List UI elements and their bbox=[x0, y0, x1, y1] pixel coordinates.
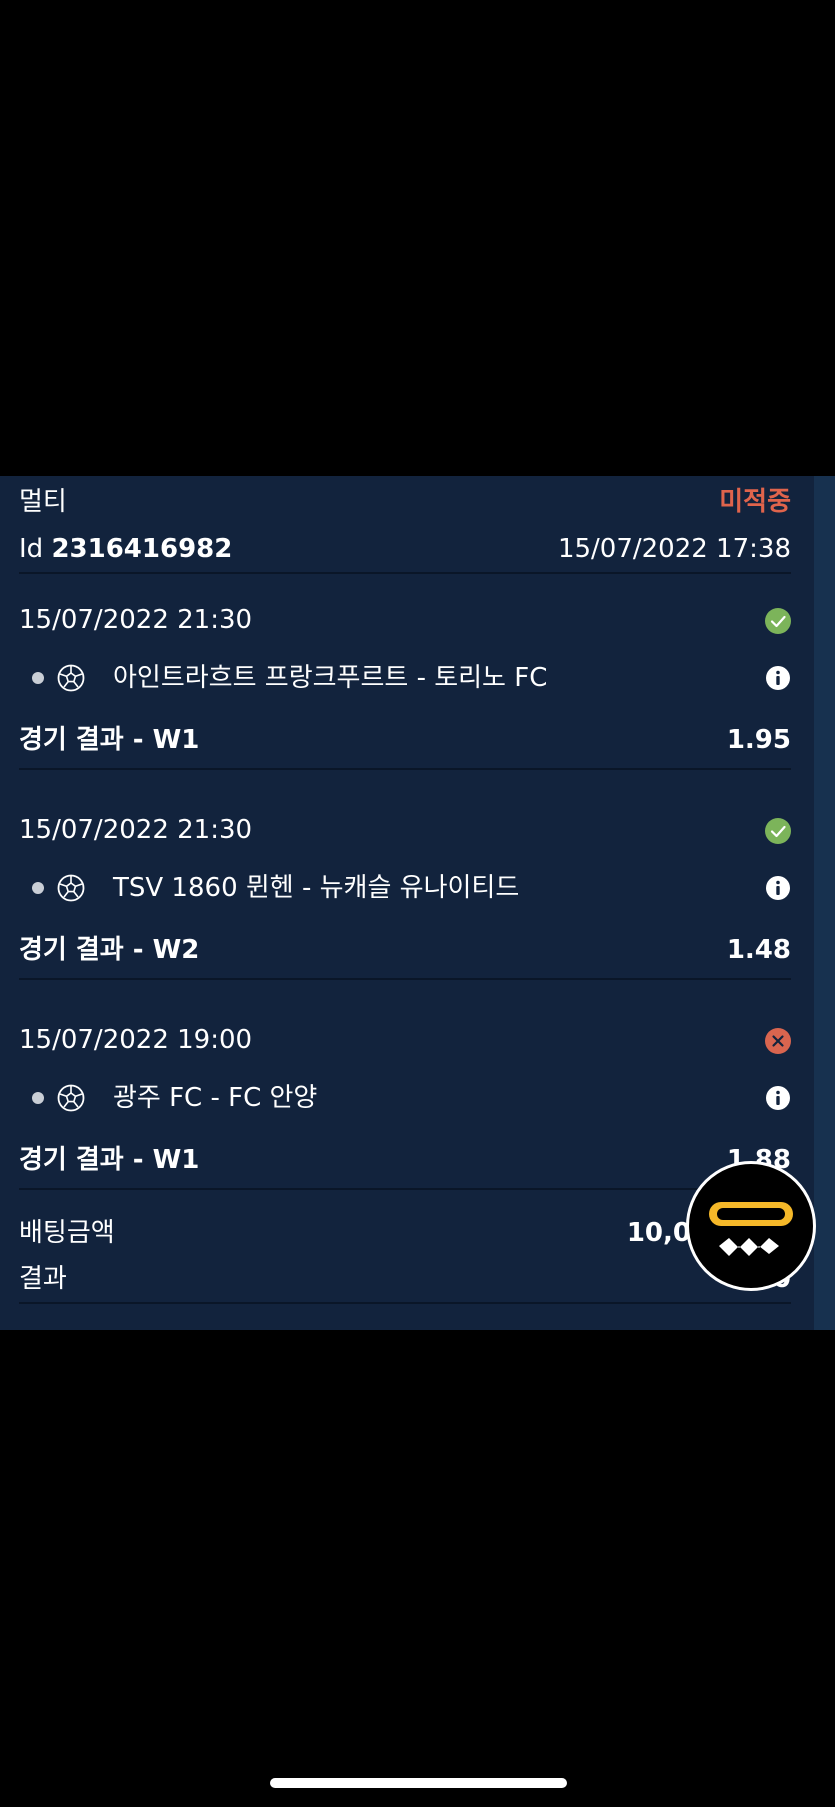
info-icon[interactable] bbox=[765, 1085, 791, 1111]
event-match: TSV 1860 뮌헨 - 뉴캐슬 유나이티드 bbox=[113, 873, 520, 903]
cross-circle-icon bbox=[765, 1028, 791, 1054]
event-odds: 1.95 bbox=[726, 725, 791, 755]
result-row: 결과 0 bbox=[19, 1259, 791, 1299]
event-match: 아인트라흐트 프랑크푸르트 - 토리노 FC bbox=[113, 663, 548, 693]
event-datetime: 15/07/2022 21:30 bbox=[19, 815, 253, 845]
home-indicator[interactable] bbox=[270, 1778, 567, 1788]
divider bbox=[19, 978, 791, 980]
stake-value: 10,0 bbox=[626, 1218, 691, 1248]
event-odds: 1.48 bbox=[726, 935, 791, 965]
soccer-ball-icon bbox=[57, 874, 85, 902]
soccer-ball-icon bbox=[57, 1084, 85, 1112]
info-icon[interactable] bbox=[765, 665, 791, 691]
event-market: 경기 결과 - W1 bbox=[19, 725, 200, 755]
status-dot bbox=[32, 882, 44, 894]
event-match: 광주 FC - FC 안양 bbox=[113, 1083, 318, 1113]
event-datetime: 15/07/2022 21:30 bbox=[19, 605, 253, 635]
divider bbox=[19, 768, 791, 770]
event-datetime: 15/07/2022 19:00 bbox=[19, 1025, 253, 1055]
event-match-row: TSV 1860 뮌헨 - 뉴캐슬 유나이티드 bbox=[113, 868, 733, 908]
info-icon[interactable] bbox=[765, 875, 791, 901]
event-market: 경기 결과 - W1 bbox=[19, 1145, 200, 1175]
event-market-row: 경기 결과 - W2 1.48 bbox=[19, 930, 791, 970]
hotdog-logo-icon bbox=[709, 1202, 793, 1256]
soccer-ball-icon bbox=[57, 664, 85, 692]
bet-placed-at: 15/07/2022 17:38 bbox=[557, 534, 791, 564]
bet-id-value: 2316416982 bbox=[51, 534, 233, 564]
event-market-row: 경기 결과 - W1 1.88 bbox=[19, 1140, 791, 1180]
stake-label: 배팅금액 bbox=[19, 1218, 115, 1248]
event-header: 15/07/2022 19:00 bbox=[19, 1020, 791, 1060]
stake-row: 배팅금액 10,0 bbox=[19, 1213, 791, 1253]
event-market-row: 경기 결과 - W1 1.95 bbox=[19, 720, 791, 760]
bet-id-prefix: Id bbox=[19, 534, 44, 564]
event-header: 15/07/2022 21:30 bbox=[19, 600, 791, 640]
check-circle-icon bbox=[765, 818, 791, 844]
bet-type-label: 멀티 bbox=[19, 487, 67, 517]
bet-id: Id 2316416982 bbox=[19, 529, 232, 569]
result-label: 결과 bbox=[19, 1264, 67, 1294]
divider bbox=[19, 572, 791, 574]
event-match-row: 광주 FC - FC 안양 bbox=[113, 1078, 733, 1118]
divider bbox=[19, 1188, 791, 1190]
bet-header: 멀티 미적중 bbox=[19, 482, 791, 522]
status-dot bbox=[32, 672, 44, 684]
bet-status: 미적중 bbox=[719, 487, 791, 517]
divider bbox=[19, 1302, 791, 1304]
floating-action-button[interactable] bbox=[686, 1161, 816, 1291]
scrollbar[interactable] bbox=[814, 476, 835, 1330]
event-match-row: 아인트라흐트 프랑크푸르트 - 토리노 FC bbox=[113, 658, 733, 698]
bet-meta: Id 2316416982 15/07/2022 17:38 bbox=[19, 529, 791, 569]
status-dot bbox=[32, 1092, 44, 1104]
check-circle-icon bbox=[765, 608, 791, 634]
event-market: 경기 결과 - W2 bbox=[19, 935, 200, 965]
event-header: 15/07/2022 21:30 bbox=[19, 810, 791, 850]
